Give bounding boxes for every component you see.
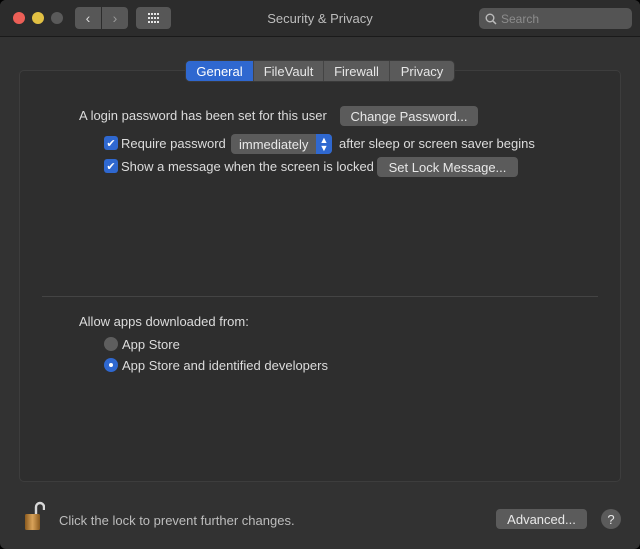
tab-privacy[interactable]: Privacy — [390, 61, 454, 81]
password-delay-select[interactable]: immediately ▲ ▼ — [231, 134, 332, 154]
search-icon — [485, 13, 497, 25]
window: ‹ › Security & Privacy Search General Fi… — [0, 0, 640, 549]
radio-app-store[interactable] — [104, 337, 118, 351]
checkmark-icon: ✔ — [106, 137, 116, 150]
tab-bar: General FileVault Firewall Privacy — [186, 61, 454, 81]
divider — [42, 296, 598, 297]
tab-general[interactable]: General — [186, 61, 254, 81]
updown-chevron-icon: ▲ ▼ — [316, 134, 332, 154]
radio-app-store-label: App Store — [122, 337, 180, 352]
unlocked-padlock-icon[interactable] — [23, 500, 45, 532]
settings-panel — [19, 70, 621, 482]
require-password-label: Require password — [121, 136, 226, 151]
titlebar: ‹ › Security & Privacy Search — [0, 0, 640, 37]
radio-identified-developers[interactable] — [104, 358, 118, 372]
password-delay-value: immediately — [239, 136, 309, 152]
after-sleep-text: after sleep or screen saver begins — [339, 136, 535, 151]
advanced-button[interactable]: Advanced... — [496, 509, 587, 529]
tab-filevault[interactable]: FileVault — [254, 61, 324, 81]
show-message-label: Show a message when the screen is locked — [121, 159, 374, 174]
set-lock-message-button[interactable]: Set Lock Message... — [377, 157, 518, 177]
allow-apps-label: Allow apps downloaded from: — [79, 314, 249, 329]
login-password-text: A login password has been set for this u… — [79, 108, 327, 123]
show-message-checkbox[interactable]: ✔ — [104, 159, 118, 173]
lock-status-text: Click the lock to prevent further change… — [59, 513, 295, 528]
search-placeholder: Search — [501, 11, 540, 26]
require-password-checkbox[interactable]: ✔ — [104, 136, 118, 150]
radio-identified-developers-label: App Store and identified developers — [122, 358, 328, 373]
change-password-button[interactable]: Change Password... — [340, 106, 478, 126]
help-button[interactable]: ? — [601, 509, 621, 529]
search-input[interactable]: Search — [479, 8, 632, 29]
checkmark-icon: ✔ — [106, 160, 116, 173]
tab-firewall[interactable]: Firewall — [324, 61, 390, 81]
